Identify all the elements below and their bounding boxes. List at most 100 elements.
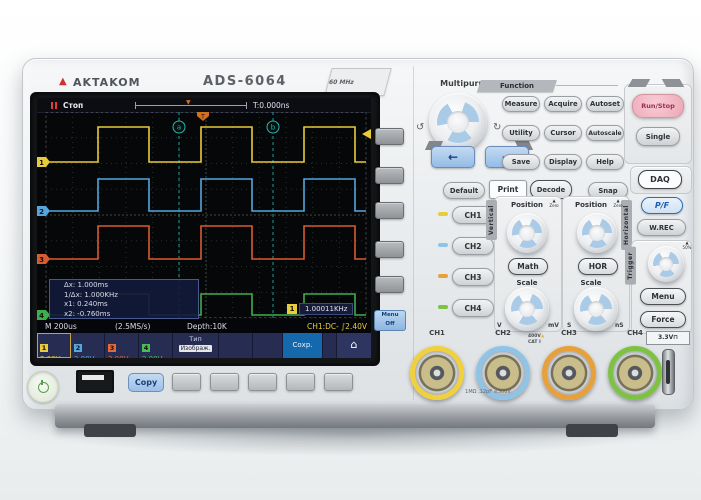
horizontal-zero-label: Zero [612, 199, 624, 208]
warning-icon: ▲ [540, 334, 545, 339]
screen-softkey-4[interactable] [375, 241, 404, 258]
trigger-menu-button[interactable]: Menu [640, 288, 686, 305]
ch4-color-mark [438, 305, 448, 309]
screen-softkey-1[interactable] [375, 128, 404, 145]
trigger-level-knob[interactable] [648, 246, 684, 282]
menu-empty-cell [219, 333, 253, 358]
channel1-status-cell[interactable]: 1 2.00V [37, 333, 71, 358]
home-icon[interactable]: ⌂ [337, 333, 371, 358]
menu-softkey-2[interactable] [210, 373, 239, 391]
trigger-position-marker-mini: ▼ [186, 99, 191, 106]
millivolts-label: mV [548, 322, 559, 329]
ch1-badge: 1 [40, 344, 48, 352]
cursor-measurement-panel: Δx: 1.000ms 1/Δx: 1.000KHz x1: 0.240ms x… [49, 279, 199, 319]
ch3-color-mark [438, 274, 448, 278]
trigger-group-tab: Trigger [625, 247, 636, 285]
ch3-badge: 3 [108, 344, 116, 352]
cursor-x2: x2: -0.760ms [64, 309, 111, 318]
help-button[interactable]: Help [586, 154, 624, 170]
bnc-ch4[interactable] [608, 346, 662, 400]
hor-button[interactable]: HOR [578, 258, 618, 275]
ch2-scale: 2.00V [74, 355, 104, 358]
ch3-button[interactable]: CH3 [452, 268, 494, 286]
trace-ch2 [46, 178, 366, 212]
model-number: ADS-6064 [203, 74, 287, 89]
svg-text:1: 1 [39, 159, 44, 167]
max-voltage-warning: 400V▲ CAT I [528, 334, 545, 345]
measure-button[interactable]: Measure [502, 96, 540, 112]
horizontal-scale-knob[interactable] [574, 287, 618, 331]
run-stop-button[interactable]: Run/Stop [632, 94, 684, 118]
panel-seam [413, 66, 414, 400]
vertical-position-knob[interactable] [507, 213, 547, 253]
trace-ch3 [46, 225, 366, 260]
save-button[interactable]: Save [502, 154, 540, 170]
freq-counter-value: 1.00011KHz [299, 303, 354, 315]
menu-type-label: Тип [189, 335, 202, 343]
menu-empty-cell [253, 333, 283, 358]
trigger-time-readout: T:0.000ns [253, 100, 290, 110]
utility-button[interactable]: Utility [502, 125, 540, 141]
screen-softkey-2[interactable] [375, 167, 404, 184]
power-icon [37, 379, 49, 393]
horizontal-position-knob[interactable] [577, 213, 617, 253]
menu-softkey-3[interactable] [248, 373, 277, 391]
panel-tab-decoration [661, 79, 685, 87]
channel3-status-cell[interactable]: 3 2.00V [105, 333, 139, 358]
menu-softkey-1[interactable] [172, 373, 201, 391]
ch4-badge: 4 [142, 344, 150, 352]
menu-off-button[interactable]: Menu Off [374, 310, 406, 331]
samplerate-readout: (2.5MS/s) [115, 322, 151, 331]
left-arrow-button[interactable]: ← [431, 146, 475, 168]
daq-button[interactable]: DAQ [638, 170, 682, 189]
usb-port[interactable] [76, 370, 114, 393]
menu-softkey-5[interactable] [324, 373, 353, 391]
pass-fail-button[interactable]: P/F [641, 197, 683, 214]
trigger-50pct-label: 50% [680, 241, 694, 250]
screen-status-bar: Стоп ▼ T:0.000ns [37, 98, 371, 113]
device-base [55, 404, 655, 428]
frequency-counter: 1 1.00011KHz [287, 303, 354, 315]
waveform-record-button[interactable]: W.REC [637, 219, 686, 236]
horizontal-position-indicator: ▼ [135, 99, 247, 109]
cursor-button[interactable]: Cursor [544, 125, 582, 141]
ch1-scale: 2.00V [40, 355, 70, 358]
autoscale-button[interactable]: Autoscale [586, 125, 624, 141]
svg-text:4: 4 [39, 312, 44, 320]
menu-save-cell[interactable]: Сохр. [283, 333, 323, 358]
bnc-ch1-label: CH1 [429, 329, 445, 337]
autoset-button[interactable]: Autoset [586, 96, 624, 112]
svg-text:T: T [200, 114, 205, 121]
seconds-label: S [567, 322, 572, 329]
math-button[interactable]: Math [508, 258, 548, 275]
menu-softkey-4[interactable] [286, 373, 315, 391]
trigger-readout: CH1:DC- ∫2.40V [306, 322, 367, 331]
probe-comp-label: 3.3V⊓ [646, 331, 690, 345]
volts-label: V [497, 322, 502, 329]
screen-status-line: M 200us (2.5MS/s) Depth:10K CH1:DC- ∫2.4… [37, 320, 371, 333]
display-button[interactable]: Display [544, 154, 582, 170]
svg-text:3: 3 [39, 256, 44, 264]
probe-comp-terminal[interactable] [662, 349, 675, 395]
channel4-status-cell[interactable]: 4 2.00V [139, 333, 173, 358]
trigger-force-button[interactable]: Force [640, 311, 686, 328]
menu-type-cell[interactable]: Тип Изображ. [173, 333, 219, 358]
cursor-inv-dx: 1/Δx: 1.000KHz [64, 290, 118, 299]
function-group-line [556, 85, 618, 86]
menu-type-value: Изображ. [178, 345, 213, 352]
default-button[interactable]: Default [443, 182, 485, 199]
screen-softkey-5[interactable] [375, 276, 404, 293]
ch4-button[interactable]: CH4 [452, 299, 494, 317]
single-button[interactable]: Single [636, 127, 680, 146]
depth-readout: Depth:10K [187, 322, 227, 331]
ccw-arrow-icon [416, 122, 424, 133]
cursor-x1: x1: 0.240ms [64, 300, 108, 308]
vertical-scale-knob[interactable] [505, 287, 549, 331]
copy-button[interactable]: Copy [128, 373, 164, 392]
power-button[interactable] [27, 371, 59, 403]
screen-softkey-3[interactable] [375, 202, 404, 219]
acquire-button[interactable]: Acquire [544, 96, 582, 112]
logo-triangle-icon: ▲ [59, 76, 67, 87]
svg-text:2: 2 [39, 208, 44, 216]
channel2-status-cell[interactable]: 2 2.00V [71, 333, 105, 358]
